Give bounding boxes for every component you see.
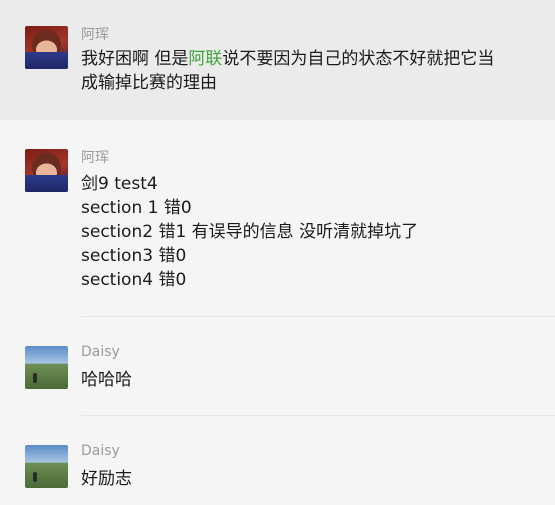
message-line: section3 错0 <box>81 246 187 266</box>
chat-message[interactable]: 阿珲 剑9 test4 section 1 错0 section2 错1 有误导… <box>0 120 555 316</box>
avatar[interactable] <box>25 149 68 192</box>
sender-name: Daisy <box>81 344 120 360</box>
message-line: section4 错0 <box>81 270 187 290</box>
message-text-segment: 说不要因为自己的状态不好就把它当 <box>222 49 495 69</box>
message-line: 哈哈哈 <box>81 370 132 390</box>
message-text: 我好困啊 但是阿联说不要因为自己的状态不好就把它当 成输掉比赛的理由 <box>81 47 494 95</box>
message-text: 哈哈哈 <box>81 368 132 392</box>
message-line: 好励志 <box>81 469 132 489</box>
message-line: 成输掉比赛的理由 <box>81 73 217 93</box>
sender-name: 阿珲 <box>81 150 109 166</box>
avatar[interactable] <box>25 26 68 69</box>
chat-message[interactable]: 阿珲 我好困啊 但是阿联说不要因为自己的状态不好就把它当 成输掉比赛的理由 <box>0 0 555 120</box>
chat-message[interactable]: Daisy 好励志 <box>0 416 555 505</box>
message-line: 我好困啊 但是阿联说不要因为自己的状态不好就把它当 <box>81 47 494 71</box>
message-line: section 1 错0 <box>81 198 192 218</box>
sender-name: Daisy <box>81 443 120 459</box>
message-text: 好励志 <box>81 467 132 491</box>
mention-link[interactable]: 阿联 <box>188 49 222 69</box>
sender-name: 阿珲 <box>81 27 109 43</box>
avatar[interactable] <box>25 346 68 389</box>
chat-message[interactable]: Daisy 哈哈哈 <box>0 317 555 415</box>
message-text: 剑9 test4 section 1 错0 section2 错1 有误导的信息… <box>81 172 418 292</box>
message-text-segment: 我好困啊 但是 <box>81 49 189 69</box>
message-line: section2 错1 有误导的信息 没听清就掉坑了 <box>81 222 419 242</box>
avatar[interactable] <box>25 445 68 488</box>
message-line: 剑9 test4 <box>81 174 158 194</box>
